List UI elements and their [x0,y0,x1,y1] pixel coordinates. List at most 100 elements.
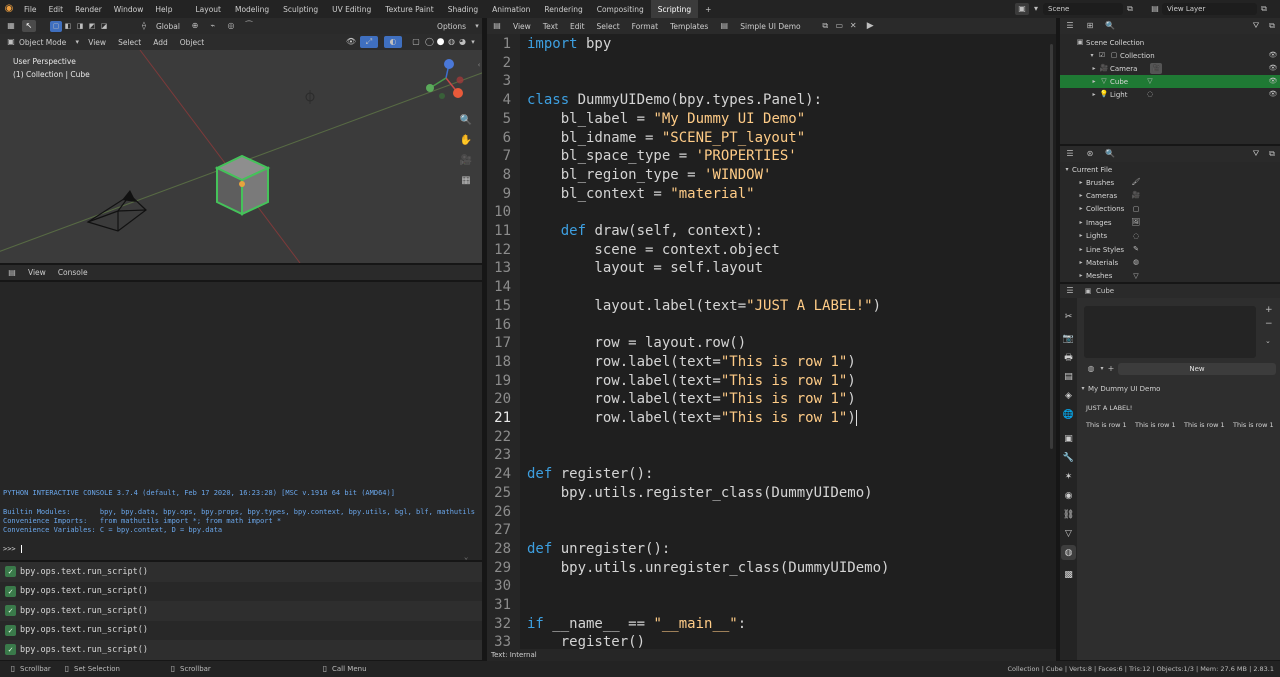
proportional-edit-icon[interactable]: ◎ [222,22,240,30]
workspace-tab-animation[interactable]: Animation [485,0,537,18]
constraints-tab-icon[interactable]: ⛓ [1063,509,1074,520]
zoom-icon[interactable]: 🔍 [460,115,472,127]
console-prompt[interactable]: >>> [3,545,27,553]
expand-arrow-icon[interactable]: ▸ [1076,273,1086,279]
text-menu-view[interactable]: View [507,22,537,31]
datablock-filter-icon[interactable]: ⛛ [1248,150,1264,158]
output-tab-icon[interactable]: 🖶 [1063,352,1074,363]
light-object[interactable] [305,90,315,104]
pan-hand-icon[interactable]: ✋ [460,135,472,147]
expand-arrow-icon[interactable]: ▸ [1090,78,1098,85]
blender-logo-icon[interactable]: ◉ [0,4,18,14]
code-line[interactable]: layout.label(text="JUST A LABEL!") [527,297,881,316]
select-box-mode-icon[interactable]: ▢ [50,20,62,32]
menu-render[interactable]: Render [69,5,108,14]
text-editor[interactable]: 1 2 3 4 5 6 7 8 9 10 11 12 13 14 15 16 17 18 19 20 21 22 23 24 2… [487,34,1056,649]
shading-wireframe-icon[interactable]: ◯ [424,38,435,46]
console-editor-type-icon[interactable]: ▤ [2,268,22,277]
text-menu-text[interactable]: Text [537,22,564,31]
expand-arrow-icon[interactable]: ▾ [1088,52,1096,59]
expand-arrow-icon[interactable]: ▸ [1076,206,1086,212]
code-line[interactable]: row.label(text="This is row 1") [527,390,855,409]
view-layer-tab-icon[interactable]: ▤ [1063,371,1074,382]
expand-arrow-icon[interactable]: ▸ [1076,192,1086,199]
collection-checkbox-icon[interactable]: ☑ [1096,52,1108,59]
view-layer-selector[interactable]: ▤ View Layer ⧉ [1148,2,1271,16]
datablock-search-icon[interactable]: 🔍 [1100,150,1120,158]
text-editor-type-icon[interactable]: ▤ [487,22,507,30]
code-line[interactable]: if __name__ == "__main__": [527,615,746,634]
select-extend-icon[interactable]: ◧ [62,22,74,30]
outliner-display-mode-icon[interactable]: ⊞ [1080,22,1100,30]
visibility-eye-icon[interactable]: 👁 [1266,78,1280,85]
viewport-options-button[interactable]: Options [431,22,472,31]
outliner-new-collection-icon[interactable]: ⧉ [1264,22,1280,30]
code-line[interactable]: class DummyUIDemo(bpy.types.Panel): [527,91,822,110]
current-file-row[interactable]: ▾ Current File [1062,163,1112,176]
add-workspace-button[interactable]: + [698,0,718,18]
workspace-tab-sculpting[interactable]: Sculpting [276,0,325,18]
shading-rendered-icon[interactable]: ◕ [457,38,468,46]
console-collapse-icon[interactable]: ⌄ [464,554,468,561]
expand-arrow-icon[interactable]: ▸ [1076,179,1086,186]
run-script-icon[interactable]: ▶ [860,21,880,31]
datablock-item-line-styles[interactable]: ▸ Line Styles ✎ [1076,243,1142,256]
select-invert-icon[interactable]: ◩ [86,22,98,30]
expand-arrow-icon[interactable]: ▸ [1076,233,1086,239]
shading-material-icon[interactable]: ◍ [446,38,457,46]
pivot-icon[interactable]: ⊕ [186,22,204,30]
cube-object[interactable] [214,154,271,216]
code-line[interactable]: row.label(text="This is row 1") [527,372,855,391]
code-line[interactable]: scene = context.object [527,241,779,260]
info-log-row[interactable]: ✓ bpy.ops.text.run_script() [0,640,482,660]
shading-solid-icon[interactable]: ● [435,37,446,47]
new-material-plus-icon[interactable]: + [1106,364,1116,373]
code-line[interactable]: bl_context = "material" [527,185,755,204]
viewport-menu-view[interactable]: View [82,38,112,47]
open-text-icon[interactable]: ▭ [832,22,846,30]
camera-view-icon[interactable]: 🎥 [460,155,472,167]
text-file-name[interactable]: Simple UI Demo [734,22,818,31]
python-console[interactable]: PYTHON INTERACTIVE CONSOLE 3.7.4 (defaul… [0,282,482,561]
scene-name-field[interactable]: Scene [1043,3,1123,15]
code-line[interactable]: row.label(text="This is row 1")​ [527,409,857,428]
navigation-gizmo[interactable] [426,59,464,99]
datablock-display-mode-icon[interactable]: ⊛ [1080,150,1100,158]
physics-tab-icon[interactable]: ◉ [1063,490,1074,501]
visibility-eye-icon[interactable]: 👁 [1266,65,1280,72]
tool-tab-icon[interactable]: ✂ [1063,311,1074,322]
overlay-toggle-icon[interactable]: ◐ [384,36,402,48]
slot-menu-icon[interactable]: ⌄ [1265,338,1271,345]
workspace-tab-rendering[interactable]: Rendering [537,0,589,18]
render-tab-icon[interactable]: 📷 [1063,333,1074,344]
menu-window[interactable]: Window [108,5,150,14]
outliner-item-camera[interactable]: ▸ 🎥 Camera 🎥 👁 [1060,62,1280,75]
editor-type-icon[interactable]: ▦ [0,22,22,30]
expand-arrow-icon[interactable]: ▸ [1076,219,1086,226]
code-line[interactable]: bl_region_type = 'WINDOW' [527,166,772,185]
perspective-grid-icon[interactable]: ▦ [460,175,472,187]
code-line[interactable]: bl_idname = "SCENE_PT_layout" [527,129,805,148]
object-data-tab-icon[interactable]: ▽ [1063,528,1074,539]
menu-edit[interactable]: Edit [43,5,70,14]
info-log-row[interactable]: ✓ bpy.ops.text.run_script() [0,601,482,621]
select-intersect-icon[interactable]: ◪ [98,22,110,30]
scene-selector[interactable]: ▣ ▾ Scene ⧉ [1015,2,1137,16]
workspace-tab-modeling[interactable]: Modeling [228,0,276,18]
outliner-filter-icon[interactable]: ⛛ [1248,22,1264,30]
viewport-menu-object[interactable]: Object [174,38,210,47]
mesh-data-icon[interactable]: ▽ [1144,78,1156,85]
light-data-icon[interactable]: ◌ [1144,91,1156,98]
datablock-item-meshes[interactable]: ▸ Meshes ▽ [1076,270,1142,283]
gizmo-toggle-icon[interactable]: ⤢ [360,36,378,48]
outliner-scene-collection[interactable]: ▣ Scene Collection [1060,36,1280,49]
view-layer-field[interactable]: View Layer [1162,3,1257,15]
datablock-item-lights[interactable]: ▸ Lights ◌ [1076,230,1142,243]
info-log-row[interactable]: ✓ bpy.ops.text.run_script() [0,620,482,640]
camera-data-icon[interactable]: 🎥 [1150,63,1162,74]
outliner-search-icon[interactable]: 🔍 [1100,22,1120,30]
camera-object[interactable] [86,190,147,232]
editor-scrollbar[interactable] [1050,44,1053,449]
outliner-item-light[interactable]: ▸ 💡 Light ◌ 👁 [1060,88,1280,101]
particles-tab-icon[interactable]: ✶ [1063,471,1074,482]
